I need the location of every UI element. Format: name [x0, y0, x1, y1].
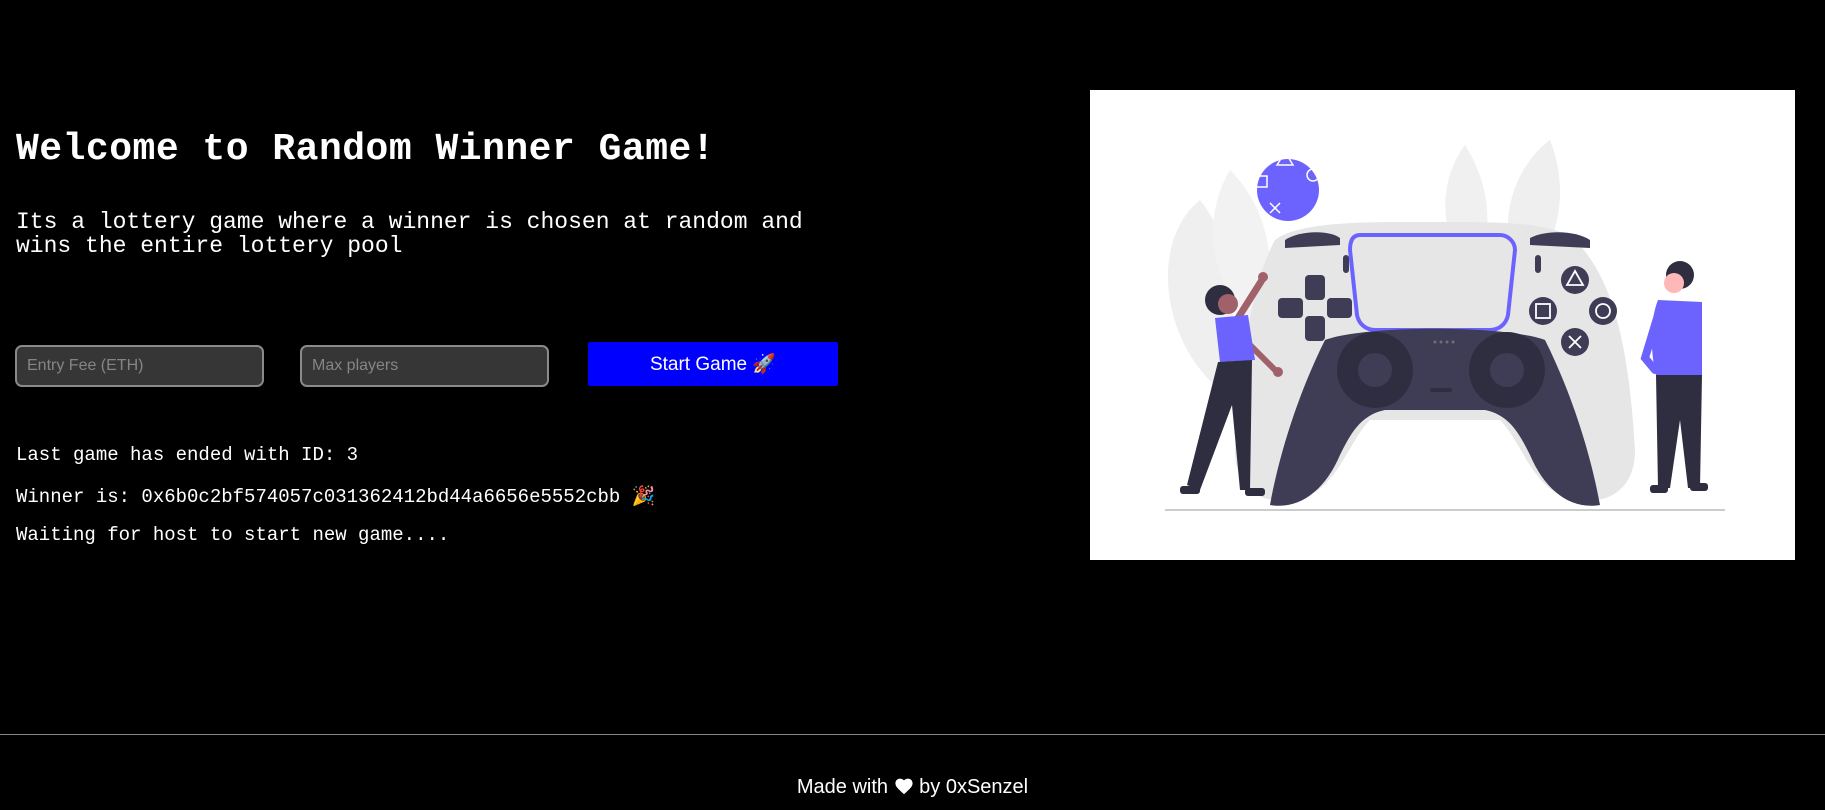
waiting-status: Waiting for host to start new game.... [16, 524, 450, 546]
winner-status: Winner is: 0x6b0c2bf574057c031362412bd44… [16, 486, 656, 508]
page-title: Welcome to Random Winner Game! [16, 128, 716, 171]
heart-icon [894, 777, 914, 801]
game-description: Its a lottery game where a winner is cho… [16, 209, 803, 259]
last-game-status: Last game has ended with ID: 3 [16, 444, 359, 466]
start-game-button[interactable]: Start Game 🚀 [588, 342, 838, 386]
footer-author: by 0xSenzel [919, 776, 1029, 798]
max-players-input[interactable] [300, 345, 549, 387]
footer-divider [0, 734, 1825, 735]
footer: Made with by 0xSenzel [0, 776, 1825, 801]
entry-fee-input[interactable] [15, 345, 264, 387]
game-controller-illustration [1090, 90, 1795, 560]
footer-made-with: Made with [796, 776, 889, 798]
